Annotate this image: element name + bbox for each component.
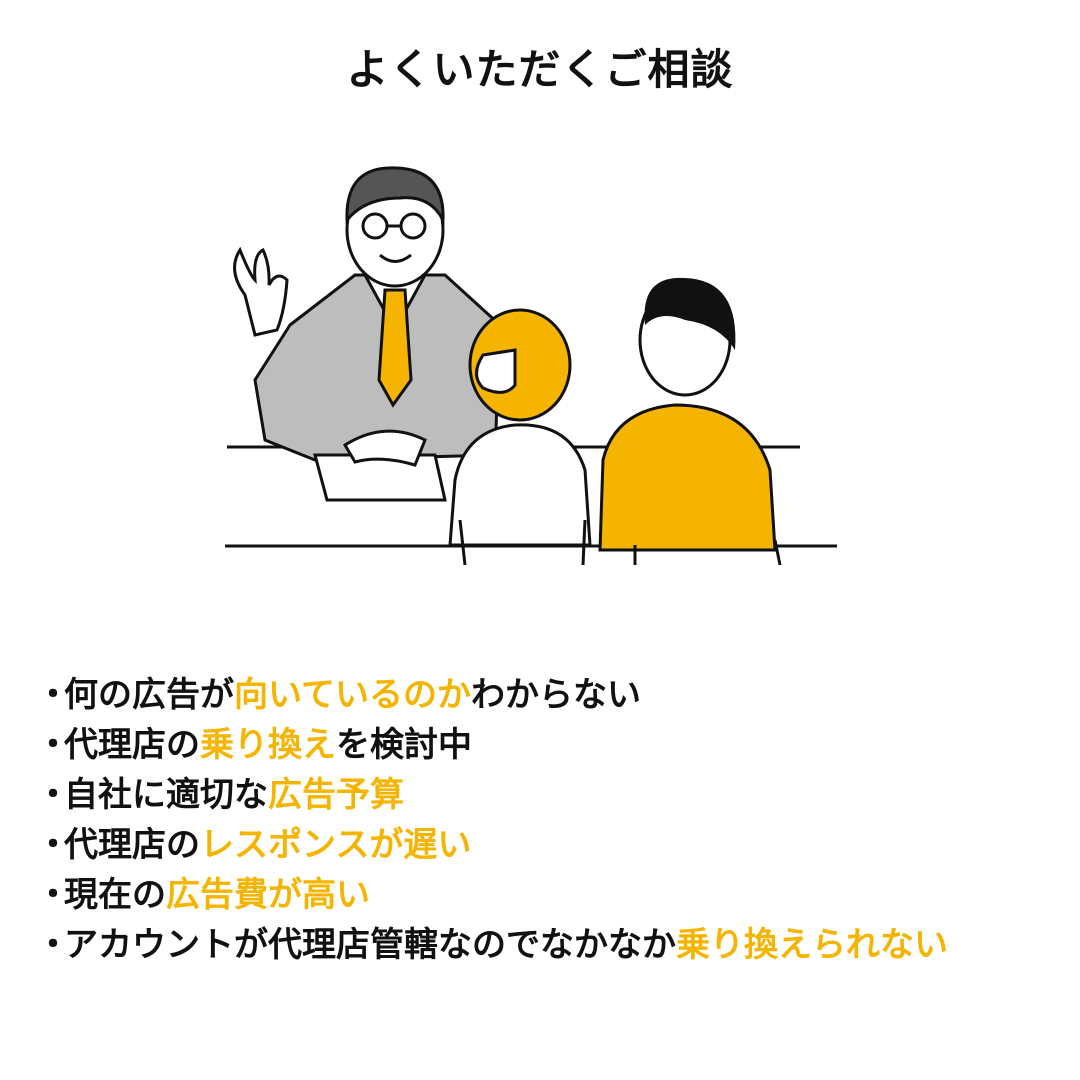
- highlight-text: 広告費が高い: [166, 875, 370, 915]
- list-item: ・現在の広告費が高い: [36, 870, 948, 920]
- item-text: 代理店の: [64, 725, 200, 765]
- list-item: ・代理店の乗り換えを検討中: [36, 720, 948, 770]
- list-item: ・何の広告が向いているのかわからない: [36, 670, 948, 720]
- highlight-text: 乗り換えられない: [676, 925, 948, 965]
- item-text: 自社に適切な: [64, 775, 268, 815]
- list-item: ・自社に適切な広告予算: [36, 770, 948, 820]
- item-text: アカウントが代理店管轄なのでなかなか: [64, 925, 676, 965]
- list-item: ・アカウントが代理店管轄なのでなかなか乗り換えられない: [36, 920, 948, 970]
- bullet: ・: [36, 725, 70, 765]
- bullet: ・: [36, 925, 70, 965]
- highlight-text: レスポンスが遅い: [200, 825, 472, 865]
- bullet: ・: [36, 875, 70, 915]
- item-text: わからない: [470, 675, 641, 715]
- page-title: よくいただくご相談: [346, 45, 734, 94]
- list-item: ・代理店のレスポンスが遅い: [36, 820, 948, 870]
- highlight-text: 乗り換え: [200, 725, 336, 765]
- consultation-list: ・何の広告が向いているのかわからない ・代理店の乗り換えを検討中 ・自社に適切な広告…: [36, 670, 948, 970]
- item-text: 現在の: [64, 875, 166, 915]
- bullet: ・: [36, 825, 70, 865]
- bullet: ・: [36, 775, 70, 815]
- consultation-illustration: [225, 166, 837, 566]
- item-text: 代理店の: [64, 825, 200, 865]
- bullet: ・: [36, 675, 70, 715]
- highlight-text: 向いているのか: [234, 675, 471, 715]
- item-text: を検討中: [336, 725, 472, 765]
- highlight-text: 広告予算: [268, 775, 404, 815]
- item-text: 何の広告が: [64, 675, 234, 715]
